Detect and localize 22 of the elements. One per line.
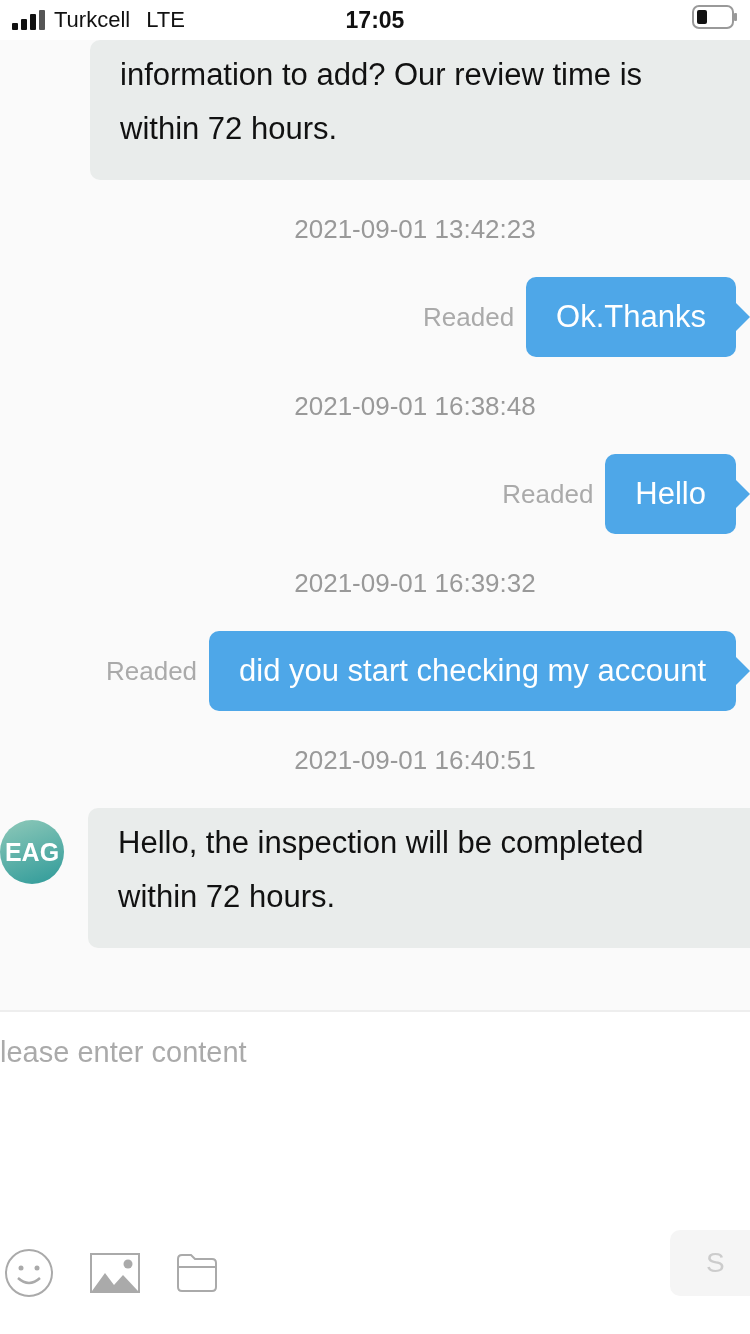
timestamp: 2021-09-01 13:42:23 xyxy=(294,213,536,246)
network-type: LTE xyxy=(146,7,185,33)
clock: 17:05 xyxy=(345,6,405,34)
image-icon[interactable] xyxy=(90,1253,140,1293)
read-status: Readed xyxy=(502,478,594,510)
read-status: Readed xyxy=(105,655,198,687)
timestamp: 2021-09-01 16:39:32 xyxy=(294,567,536,600)
folder-icon[interactable] xyxy=(176,1253,218,1293)
carrier-name: Turkcell xyxy=(54,7,131,33)
received-message: information to add? Our review time is within 72 hours. xyxy=(90,40,750,180)
bubble-tail xyxy=(736,303,750,331)
emoji-icon[interactable] xyxy=(4,1248,54,1298)
bubble-tail xyxy=(736,657,750,685)
bubble-tail xyxy=(736,480,750,508)
read-status: Readed xyxy=(423,301,515,333)
avatar[interactable]: EAG xyxy=(0,820,64,884)
message-input[interactable]: lease enter content xyxy=(0,1010,750,1230)
battery-icon xyxy=(692,5,738,29)
received-message: Hello, the inspection will be completed within 72 hours. xyxy=(88,808,750,948)
timestamp: 2021-09-01 16:40:51 xyxy=(294,744,536,777)
timestamp: 2021-09-01 16:38:48 xyxy=(294,390,536,423)
signal-icon xyxy=(12,10,46,30)
